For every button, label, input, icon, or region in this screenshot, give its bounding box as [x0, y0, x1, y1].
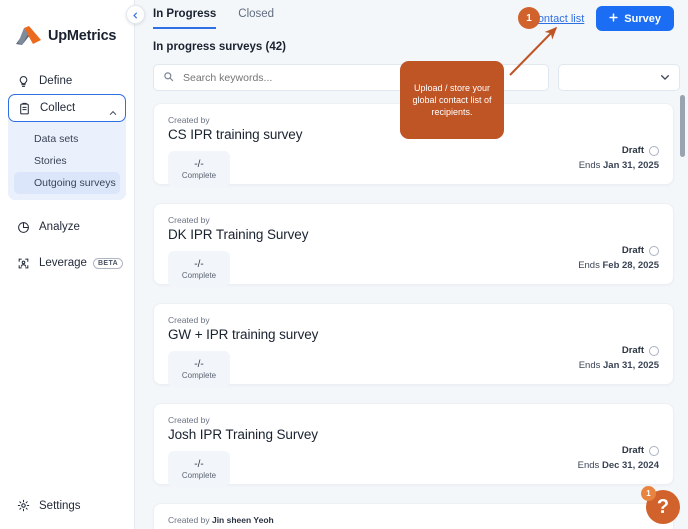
lightbulb-icon: [16, 74, 31, 89]
help-notification-badge: 1: [641, 486, 656, 501]
status-circle-icon: [649, 446, 659, 456]
survey-card-meta: Draft Ends Jan 31, 2025: [579, 145, 659, 171]
survey-card-meta: Draft Ends Dec 31, 2024: [578, 445, 659, 471]
ends-date: Ends Dec 31, 2024: [578, 460, 659, 471]
gear-icon: [16, 498, 31, 513]
completion-label: Complete: [182, 371, 216, 380]
beta-badge: BETA: [93, 258, 123, 269]
header-actions: Contact list Survey: [530, 6, 674, 31]
annotation-step-badge: 1: [518, 7, 540, 29]
ends-date: Ends Jan 31, 2025: [579, 360, 659, 371]
sidebar-item-data-sets[interactable]: Data sets: [14, 128, 120, 150]
ends-value: Dec 31, 2024: [602, 460, 659, 471]
status-circle-icon: [649, 146, 659, 156]
status-badge: Draft: [578, 245, 659, 256]
completion-label: Complete: [182, 171, 216, 180]
sidebar-item-label: Analyze: [39, 221, 80, 233]
survey-title: Josh IPR Training Survey: [168, 427, 659, 442]
created-by-row: Created by Jin sheen Yeoh: [168, 515, 659, 525]
completion-pill: -/- Complete: [168, 151, 230, 187]
status-badge: Draft: [579, 145, 659, 156]
survey-card[interactable]: Created by DK IPR Training Survey -/- Co…: [153, 203, 674, 285]
app-root: UpMetrics Define: [0, 0, 688, 529]
sidebar-item-label: Leverage: [39, 257, 87, 269]
sidebar-item-analyze[interactable]: Analyze: [8, 214, 126, 240]
sidebar-item-outgoing-surveys[interactable]: Outgoing surveys: [14, 172, 120, 194]
sidebar-item-leverage[interactable]: Leverage BETA: [8, 250, 126, 276]
ends-prefix: Ends: [579, 360, 601, 371]
status-circle-icon: [649, 346, 659, 356]
survey-title: DK IPR Training Survey: [168, 227, 659, 242]
survey-card-meta: Draft Ends Jan 31, 2025: [579, 345, 659, 371]
status-label: Draft: [622, 445, 644, 456]
chevron-up-icon[interactable]: [109, 104, 117, 112]
plus-icon: [609, 13, 618, 25]
status-label: Draft: [622, 145, 644, 156]
chevron-left-icon: [132, 6, 139, 24]
completion-value: -/-: [194, 259, 203, 270]
created-by-name: Jin sheen Yeoh: [212, 515, 274, 525]
status-label: Draft: [622, 245, 644, 256]
completion-value: -/-: [194, 159, 203, 170]
status-badge: Draft: [579, 345, 659, 356]
brand-logo[interactable]: UpMetrics: [0, 0, 134, 46]
completion-pill: -/- Complete: [168, 451, 230, 487]
sidebar-item-settings[interactable]: Settings: [0, 498, 81, 513]
sidebar-nav: Define Collect: [0, 68, 134, 276]
annotation-callout-text: Upload / store your global contact list …: [409, 82, 495, 118]
ends-date: Ends Feb 28, 2025: [578, 260, 659, 271]
completion-label: Complete: [182, 471, 216, 480]
page-title: In progress surveys (42): [147, 29, 674, 53]
status-badge: Draft: [578, 445, 659, 456]
ends-value: Jan 31, 2025: [603, 360, 659, 371]
ends-value: Jan 31, 2025: [603, 160, 659, 171]
ends-prefix: Ends: [579, 160, 601, 171]
survey-card[interactable]: Created by Jin sheen Yeoh: [153, 503, 674, 529]
completion-value: -/-: [194, 459, 203, 470]
search-icon: [163, 69, 174, 87]
sidebar-item-define[interactable]: Define: [8, 68, 126, 94]
sidebar-subnav: Data sets Stories Outgoing surveys: [8, 122, 126, 194]
sidebar-item-stories[interactable]: Stories: [14, 150, 120, 172]
brand-name: UpMetrics: [48, 28, 116, 44]
sidebar-item-label: Define: [39, 75, 72, 87]
completion-pill: -/- Complete: [168, 351, 230, 387]
ends-prefix: Ends: [578, 260, 600, 271]
ends-date: Ends Jan 31, 2025: [579, 160, 659, 171]
add-survey-button[interactable]: Survey: [596, 6, 674, 31]
survey-title: GW + IPR training survey: [168, 327, 659, 342]
sidebar-item-label: Collect: [40, 102, 75, 114]
status-circle-icon: [649, 246, 659, 256]
add-survey-button-label: Survey: [624, 13, 661, 25]
created-by-label: Created by: [168, 315, 659, 325]
created-by-label: Created by: [168, 215, 659, 225]
sidebar-collapse-button[interactable]: [126, 5, 145, 24]
created-by-label: Created by: [168, 415, 659, 425]
annotation-callout: Upload / store your global contact list …: [400, 61, 504, 139]
survey-filter-select[interactable]: [558, 64, 680, 91]
chevron-down-icon: [660, 69, 670, 87]
scrollbar-thumb[interactable]: [680, 95, 685, 157]
completion-pill: -/- Complete: [168, 251, 230, 287]
upmetrics-chevron-logo-icon: [16, 26, 42, 46]
survey-card[interactable]: Created by Josh IPR Training Survey -/- …: [153, 403, 674, 485]
completion-value: -/-: [194, 359, 203, 370]
tab-in-progress[interactable]: In Progress: [153, 8, 216, 29]
user-card-icon: [16, 256, 31, 271]
survey-list: Created by CS IPR training survey -/- Co…: [147, 91, 674, 529]
survey-card-meta: Draft Ends Feb 28, 2025: [578, 245, 659, 271]
survey-card[interactable]: Created by GW + IPR training survey -/- …: [153, 303, 674, 385]
status-label: Draft: [622, 345, 644, 356]
clipboard-icon: [17, 101, 32, 116]
sidebar-group-collect: Collect Data sets Stories Outgoing surve…: [8, 94, 126, 200]
tab-closed[interactable]: Closed: [238, 8, 274, 29]
sidebar: UpMetrics Define: [0, 0, 135, 529]
created-by-label: Created by: [168, 515, 210, 525]
completion-label: Complete: [182, 271, 216, 280]
ends-value: Feb 28, 2025: [602, 260, 659, 271]
sidebar-item-label: Settings: [39, 500, 81, 512]
sidebar-item-collect[interactable]: Collect: [8, 94, 126, 122]
ends-prefix: Ends: [578, 460, 600, 471]
pie-chart-icon: [16, 220, 31, 235]
